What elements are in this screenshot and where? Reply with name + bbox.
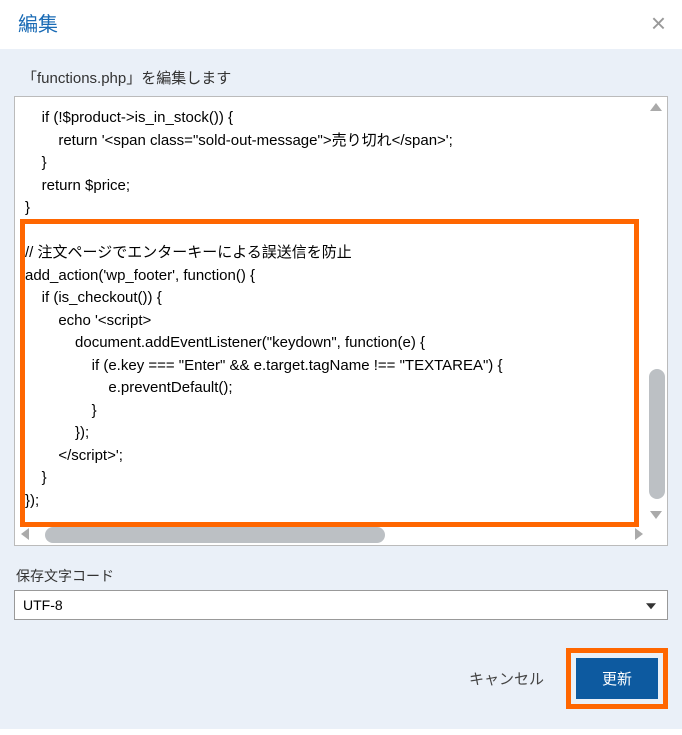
scroll-right-icon[interactable] [635, 528, 643, 540]
code-content[interactable]: if (!$product->is_in_stock()) { return '… [15, 97, 667, 523]
close-icon: × [651, 8, 666, 38]
scroll-up-icon[interactable] [650, 103, 662, 111]
vertical-scrollbar[interactable] [647, 99, 665, 523]
code-editor[interactable]: if (!$product->is_in_stock()) { return '… [14, 96, 668, 546]
button-row: キャンセル 更新 [14, 648, 668, 709]
encoding-select[interactable]: UTF-8 [14, 590, 668, 620]
scroll-down-icon[interactable] [650, 511, 662, 519]
encoding-section: 保存文字コード UTF-8 [14, 566, 668, 620]
vertical-scroll-thumb[interactable] [649, 369, 665, 499]
close-button[interactable]: × [651, 10, 666, 36]
cancel-button[interactable]: キャンセル [469, 668, 544, 689]
modal-header: 編集 × [0, 0, 682, 49]
horizontal-scrollbar[interactable] [17, 525, 647, 543]
encoding-label: 保存文字コード [16, 566, 668, 586]
modal-title: 編集 [18, 8, 58, 37]
horizontal-scroll-thumb[interactable] [45, 527, 385, 543]
encoding-select-wrapper: UTF-8 [14, 590, 668, 620]
update-button[interactable]: 更新 [576, 658, 658, 699]
scroll-left-icon[interactable] [21, 528, 29, 540]
file-description: 「functions.php」を編集します [22, 67, 668, 88]
modal-body: 「functions.php」を編集します if (!$product->is_… [0, 49, 682, 729]
update-highlight-box: 更新 [566, 648, 668, 709]
